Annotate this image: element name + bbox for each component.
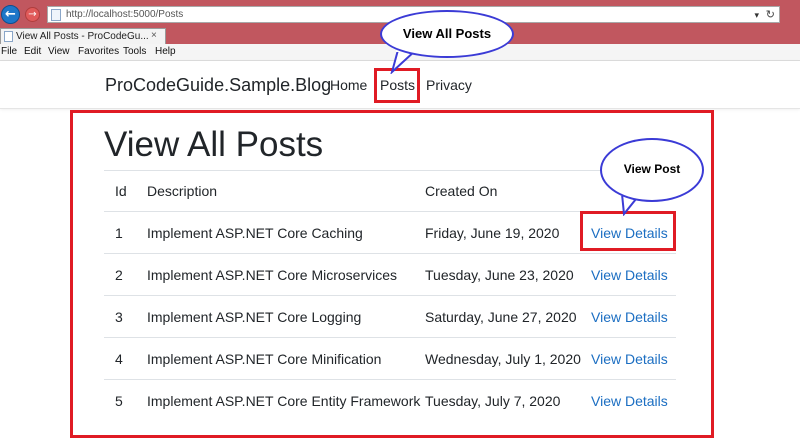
menu-view[interactable]: View — [48, 46, 70, 58]
callout-view-post: View Post — [600, 138, 704, 202]
refresh-icon[interactable]: ↻ — [766, 7, 775, 22]
menu-file[interactable]: File — [1, 46, 17, 58]
back-arrow-icon[interactable]: ← — [1, 5, 20, 24]
address-url[interactable]: http://localhost:5000/Posts — [66, 8, 183, 22]
highlight-view-details — [580, 211, 676, 251]
menu-favorites[interactable]: Favorites — [78, 46, 119, 58]
nav-home[interactable]: Home — [330, 77, 367, 93]
menu-edit[interactable]: Edit — [24, 46, 41, 58]
menu-tools[interactable]: Tools — [123, 46, 146, 58]
tab-page-icon — [4, 31, 13, 42]
page-icon — [51, 9, 61, 21]
address-dropdown-icon[interactable]: ▾ — [754, 8, 759, 22]
menu-help[interactable]: Help — [155, 46, 176, 58]
forward-arrow-icon[interactable]: → — [25, 7, 40, 22]
tab-title: View All Posts - ProCodeGu... — [16, 31, 149, 42]
tab-view-all-posts[interactable]: View All Posts - ProCodeGu... × — [0, 28, 166, 44]
brand-link[interactable]: ProCodeGuide.Sample.Blog — [105, 75, 331, 95]
close-icon[interactable]: × — [151, 29, 157, 43]
nav-privacy[interactable]: Privacy — [426, 77, 472, 93]
callout-view-all-posts: View All Posts — [380, 10, 514, 58]
